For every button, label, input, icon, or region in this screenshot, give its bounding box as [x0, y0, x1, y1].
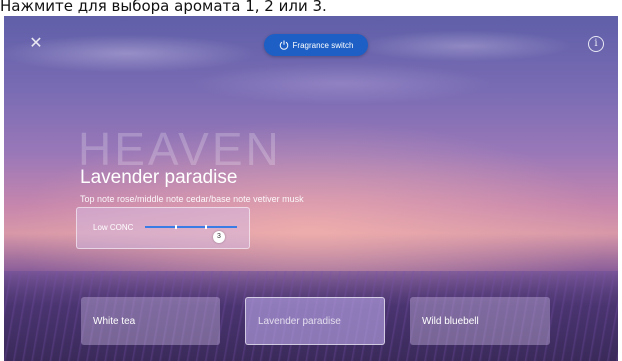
concentration-label: Low CONC — [93, 223, 134, 232]
fragrance-card-label: Lavender paradise — [258, 315, 341, 327]
fragrance-card-white-tea[interactable]: White tea — [81, 297, 220, 345]
concentration-slider-track[interactable] — [145, 225, 237, 229]
slider-tick — [205, 225, 207, 229]
instruction-caption: Нажмите для выбора аромата 1, 2 или 3. — [0, 0, 327, 15]
fragrance-card-wild-bluebell[interactable]: Wild bluebell — [410, 297, 550, 345]
fragrance-switch-button[interactable]: Fragrance switch — [264, 34, 368, 56]
fragrance-card-label: White tea — [93, 315, 136, 327]
power-icon — [279, 40, 288, 50]
close-icon[interactable]: ✕ — [28, 36, 44, 52]
concentration-slider-knob[interactable]: 3 — [213, 231, 225, 243]
info-icon[interactable]: i — [588, 36, 604, 52]
fragrance-switch-label: Fragrance switch — [292, 40, 354, 50]
fragrance-notes: Top note rose/middle note cedar/base not… — [80, 194, 304, 204]
concentration-panel: Low CONC 3 — [76, 207, 250, 249]
slider-tick — [175, 225, 177, 229]
fragrance-card-lavender-paradise[interactable]: Lavender paradise — [245, 297, 385, 345]
fragrance-screen: ✕ Fragrance switch i HEAVEN Lavender par… — [4, 16, 618, 361]
fragrance-card-label: Wild bluebell — [422, 315, 479, 327]
fragrance-title: Lavender paradise — [80, 167, 238, 188]
